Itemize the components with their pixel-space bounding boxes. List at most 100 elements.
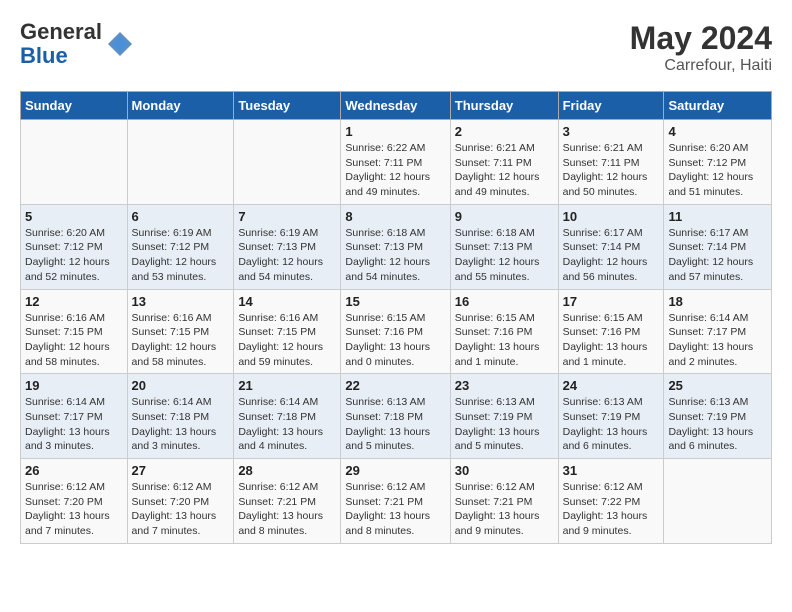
calendar-cell (234, 120, 341, 205)
day-info: Sunrise: 6:21 AM Sunset: 7:11 PM Dayligh… (563, 141, 660, 200)
logo-icon (106, 30, 134, 58)
calendar-cell: 12 Sunrise: 6:16 AM Sunset: 7:15 PM Dayli… (21, 289, 128, 374)
weekday-header-saturday: Saturday (664, 92, 772, 120)
day-info: Sunrise: 6:18 AM Sunset: 7:13 PM Dayligh… (455, 226, 554, 285)
day-number: 24 (563, 378, 660, 393)
weekday-header-row: SundayMondayTuesdayWednesdayThursdayFrid… (21, 92, 772, 120)
calendar-cell: 22Sunrise: 6:13 AM Sunset: 7:18 PM Dayli… (341, 374, 450, 459)
day-number: 29 (345, 463, 445, 478)
day-number: 25 (668, 378, 767, 393)
month-year-title: May 2024 (630, 20, 772, 57)
day-number: 17 (563, 294, 660, 309)
day-info: Sunrise: 6:12 AM Sunset: 7:20 PM Dayligh… (132, 480, 230, 539)
day-number: 21 (238, 378, 336, 393)
day-number: 26 (25, 463, 123, 478)
weekday-header-friday: Friday (558, 92, 664, 120)
day-info: Sunrise: 6:14 AM Sunset: 7:18 PM Dayligh… (132, 395, 230, 454)
day-info: Sunrise: 6:12 AM Sunset: 7:20 PM Dayligh… (25, 480, 123, 539)
day-number: 9 (455, 209, 554, 224)
day-info: Sunrise: 6:14 AM Sunset: 7:17 PM Dayligh… (668, 311, 767, 370)
day-info: Sunrise: 6:15 AM Sunset: 7:16 PM Dayligh… (455, 311, 554, 370)
location-subtitle: Carrefour, Haiti (630, 57, 772, 75)
day-number: 2 (455, 124, 554, 139)
day-info: Sunrise: 6:12 AM Sunset: 7:21 PM Dayligh… (345, 480, 445, 539)
day-number: 6 (132, 209, 230, 224)
day-number: 10 (563, 209, 660, 224)
weekday-header-monday: Monday (127, 92, 234, 120)
day-info: Sunrise: 6:21 AM Sunset: 7:11 PM Dayligh… (455, 141, 554, 200)
day-info: Sunrise: 6:13 AM Sunset: 7:19 PM Dayligh… (668, 395, 767, 454)
calendar-cell: 25 Sunrise: 6:13 AM Sunset: 7:19 PM Dayli… (664, 374, 772, 459)
day-number: 31 (563, 463, 660, 478)
day-info: Sunrise: 6:14 AM Sunset: 7:17 PM Dayligh… (25, 395, 123, 454)
calendar-cell: 7 Sunrise: 6:19 AM Sunset: 7:13 PM Daylig… (234, 204, 341, 289)
calendar-week-row: 19Sunrise: 6:14 AM Sunset: 7:17 PM Dayli… (21, 374, 772, 459)
day-number: 28 (238, 463, 336, 478)
day-info: Sunrise: 6:18 AM Sunset: 7:13 PM Dayligh… (345, 226, 445, 285)
day-info: Sunrise: 6:13 AM Sunset: 7:19 PM Dayligh… (563, 395, 660, 454)
day-info: Sunrise: 6:20 AM Sunset: 7:12 PM Dayligh… (668, 141, 767, 200)
page-header: General Blue May 2024 Carrefour, Haiti (20, 20, 772, 75)
calendar-cell (127, 120, 234, 205)
day-number: 8 (345, 209, 445, 224)
calendar-cell: 27 Sunrise: 6:12 AM Sunset: 7:20 PM Dayli… (127, 459, 234, 544)
day-info: Sunrise: 6:22 AM Sunset: 7:11 PM Dayligh… (345, 141, 445, 200)
calendar-week-row: 26 Sunrise: 6:12 AM Sunset: 7:20 PM Dayli… (21, 459, 772, 544)
day-number: 16 (455, 294, 554, 309)
day-number: 7 (238, 209, 336, 224)
calendar-week-row: 12 Sunrise: 6:16 AM Sunset: 7:15 PM Dayli… (21, 289, 772, 374)
calendar-cell: 10 Sunrise: 6:17 AM Sunset: 7:14 PM Dayli… (558, 204, 664, 289)
day-number: 20 (132, 378, 230, 393)
logo-blue-text: Blue (20, 44, 102, 68)
logo-general-text: General (20, 20, 102, 44)
day-number: 27 (132, 463, 230, 478)
day-number: 4 (668, 124, 767, 139)
calendar-cell: 21 Sunrise: 6:14 AM Sunset: 7:18 PM Dayli… (234, 374, 341, 459)
day-info: Sunrise: 6:12 AM Sunset: 7:21 PM Dayligh… (455, 480, 554, 539)
calendar-week-row: 1 Sunrise: 6:22 AM Sunset: 7:11 PM Daylig… (21, 120, 772, 205)
day-number: 18 (668, 294, 767, 309)
weekday-header-thursday: Thursday (450, 92, 558, 120)
day-number: 5 (25, 209, 123, 224)
weekday-header-sunday: Sunday (21, 92, 128, 120)
day-number: 12 (25, 294, 123, 309)
calendar-cell: 17 Sunrise: 6:15 AM Sunset: 7:16 PM Dayli… (558, 289, 664, 374)
calendar-cell: 14Sunrise: 6:16 AM Sunset: 7:15 PM Dayli… (234, 289, 341, 374)
calendar-cell: 13 Sunrise: 6:16 AM Sunset: 7:15 PM Dayli… (127, 289, 234, 374)
day-info: Sunrise: 6:14 AM Sunset: 7:18 PM Dayligh… (238, 395, 336, 454)
calendar-cell: 30 Sunrise: 6:12 AM Sunset: 7:21 PM Dayli… (450, 459, 558, 544)
logo: General Blue (20, 20, 134, 68)
calendar-cell (664, 459, 772, 544)
day-number: 1 (345, 124, 445, 139)
day-info: Sunrise: 6:16 AM Sunset: 7:15 PM Dayligh… (132, 311, 230, 370)
day-number: 11 (668, 209, 767, 224)
calendar-cell: 16 Sunrise: 6:15 AM Sunset: 7:16 PM Dayli… (450, 289, 558, 374)
calendar-cell: 5Sunrise: 6:20 AM Sunset: 7:12 PM Daylig… (21, 204, 128, 289)
day-number: 13 (132, 294, 230, 309)
calendar-week-row: 5Sunrise: 6:20 AM Sunset: 7:12 PM Daylig… (21, 204, 772, 289)
day-info: Sunrise: 6:17 AM Sunset: 7:14 PM Dayligh… (668, 226, 767, 285)
day-info: Sunrise: 6:13 AM Sunset: 7:18 PM Dayligh… (345, 395, 445, 454)
day-info: Sunrise: 6:16 AM Sunset: 7:15 PM Dayligh… (25, 311, 123, 370)
calendar-cell: 26 Sunrise: 6:12 AM Sunset: 7:20 PM Dayli… (21, 459, 128, 544)
title-block: May 2024 Carrefour, Haiti (630, 20, 772, 75)
day-info: Sunrise: 6:19 AM Sunset: 7:12 PM Dayligh… (132, 226, 230, 285)
day-number: 3 (563, 124, 660, 139)
day-info: Sunrise: 6:15 AM Sunset: 7:16 PM Dayligh… (563, 311, 660, 370)
calendar-cell: 9 Sunrise: 6:18 AM Sunset: 7:13 PM Daylig… (450, 204, 558, 289)
calendar-table: SundayMondayTuesdayWednesdayThursdayFrid… (20, 91, 772, 544)
calendar-cell: 6 Sunrise: 6:19 AM Sunset: 7:12 PM Daylig… (127, 204, 234, 289)
calendar-cell: 23Sunrise: 6:13 AM Sunset: 7:19 PM Dayli… (450, 374, 558, 459)
calendar-cell: 29 Sunrise: 6:12 AM Sunset: 7:21 PM Dayli… (341, 459, 450, 544)
calendar-cell: 4 Sunrise: 6:20 AM Sunset: 7:12 PM Daylig… (664, 120, 772, 205)
calendar-cell: 3 Sunrise: 6:21 AM Sunset: 7:11 PM Daylig… (558, 120, 664, 205)
day-info: Sunrise: 6:19 AM Sunset: 7:13 PM Dayligh… (238, 226, 336, 285)
calendar-cell: 28Sunrise: 6:12 AM Sunset: 7:21 PM Dayli… (234, 459, 341, 544)
calendar-cell: 20 Sunrise: 6:14 AM Sunset: 7:18 PM Dayli… (127, 374, 234, 459)
day-info: Sunrise: 6:15 AM Sunset: 7:16 PM Dayligh… (345, 311, 445, 370)
calendar-cell: 24 Sunrise: 6:13 AM Sunset: 7:19 PM Dayli… (558, 374, 664, 459)
day-info: Sunrise: 6:13 AM Sunset: 7:19 PM Dayligh… (455, 395, 554, 454)
day-number: 30 (455, 463, 554, 478)
calendar-cell: 2 Sunrise: 6:21 AM Sunset: 7:11 PM Daylig… (450, 120, 558, 205)
day-info: Sunrise: 6:17 AM Sunset: 7:14 PM Dayligh… (563, 226, 660, 285)
